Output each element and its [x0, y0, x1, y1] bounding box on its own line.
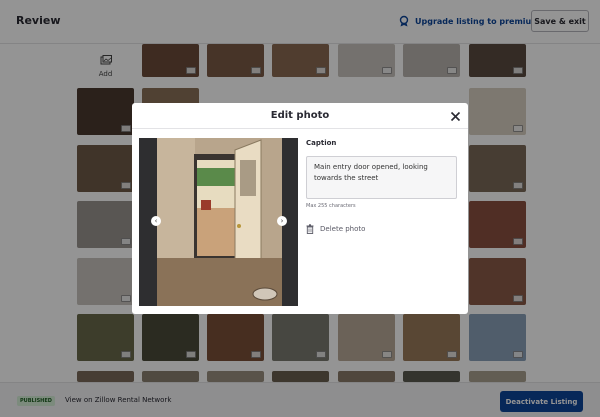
caption-label: Caption: [306, 139, 337, 147]
prev-arrow-icon[interactable]: ‹: [151, 216, 161, 226]
dialog-title: Edit photo: [270, 110, 330, 121]
door-photo-image: [139, 138, 298, 306]
delete-label: Delete photo: [320, 225, 366, 233]
next-arrow-icon[interactable]: ›: [277, 216, 287, 226]
dialog-header: Edit photo: [132, 103, 468, 129]
trash-icon: [306, 224, 314, 234]
close-icon[interactable]: [450, 111, 461, 122]
edit-photo-dialog: Edit photo ‹ › Caption Main entry door o…: [132, 103, 468, 314]
caption-hint: Max 255 characters: [306, 203, 356, 209]
delete-photo-button[interactable]: Delete photo: [306, 224, 365, 234]
photo-preview: ‹ ›: [139, 138, 298, 306]
caption-input[interactable]: Main entry door opened, looking towards …: [306, 156, 457, 199]
